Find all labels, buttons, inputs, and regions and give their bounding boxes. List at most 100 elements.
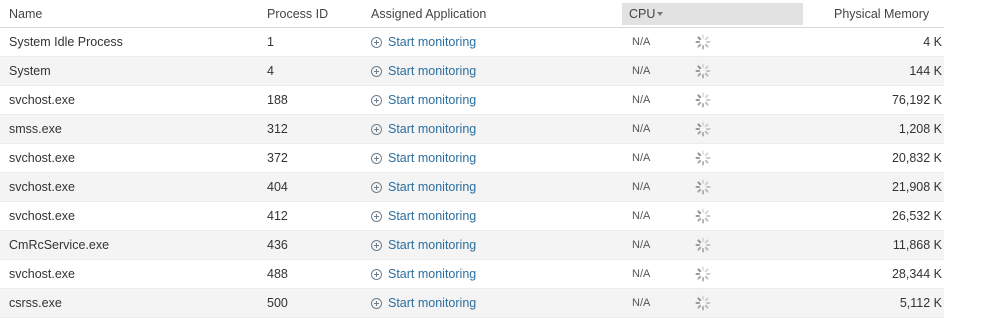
spinner-icon bbox=[694, 144, 712, 172]
start-monitoring-label: Start monitoring bbox=[388, 296, 477, 310]
process-name: System bbox=[9, 64, 51, 78]
cpu-value: N/A bbox=[632, 36, 651, 48]
start-monitoring-link[interactable]: Start monitoring bbox=[371, 296, 476, 310]
column-header-physical-memory[interactable]: Physical Memory bbox=[834, 0, 929, 27]
spinner-icon bbox=[694, 28, 712, 56]
table-row[interactable]: svchost.exe 488 Start monitoring N/A 28,344 … bbox=[0, 260, 944, 289]
start-monitoring-label: Start monitoring bbox=[388, 35, 477, 49]
process-id: 404 bbox=[267, 180, 288, 194]
start-monitoring-link[interactable]: Start monitoring bbox=[371, 209, 476, 223]
add-circle-icon bbox=[371, 268, 382, 280]
table-row[interactable]: System Idle Process 1 Start monitoring N/A 4… bbox=[0, 28, 944, 57]
assigned-application: Start monitoring bbox=[371, 231, 476, 259]
cpu-value: N/A bbox=[632, 181, 651, 193]
physical-memory-value: 11,868 K bbox=[892, 238, 942, 252]
table-row[interactable]: CmRcService.exe 436 Start monitoring N/A 11,… bbox=[0, 231, 944, 260]
physical-memory-value: 144 K bbox=[909, 64, 942, 78]
start-monitoring-label: Start monitoring bbox=[388, 122, 477, 136]
table-row[interactable]: smss.exe 312 Start monitoring N/A 1,208 K bbox=[0, 115, 944, 144]
process-id: 4 bbox=[267, 64, 274, 78]
column-header-assigned-application[interactable]: Assigned Application bbox=[371, 0, 486, 27]
cpu-value: N/A bbox=[632, 152, 651, 164]
start-monitoring-link[interactable]: Start monitoring bbox=[371, 122, 476, 136]
spinner-icon bbox=[694, 173, 712, 201]
process-id: 412 bbox=[267, 209, 288, 223]
column-header-name[interactable]: Name bbox=[9, 0, 42, 27]
table-row[interactable]: System 4 Start monitoring N/A 144 K bbox=[0, 57, 944, 86]
start-monitoring-label: Start monitoring bbox=[388, 238, 477, 252]
add-circle-icon bbox=[371, 65, 382, 77]
process-id: 436 bbox=[267, 238, 288, 252]
assigned-application: Start monitoring bbox=[371, 57, 476, 85]
sort-down-arrow-icon bbox=[657, 12, 663, 16]
add-circle-icon bbox=[371, 36, 382, 48]
physical-memory-value: 26,532 K bbox=[891, 209, 942, 223]
process-name: csrss.exe bbox=[9, 296, 62, 310]
start-monitoring-link[interactable]: Start monitoring bbox=[371, 267, 476, 281]
physical-memory-value: 1,208 K bbox=[898, 122, 942, 136]
table-row[interactable]: svchost.exe 404 Start monitoring N/A 21,908 … bbox=[0, 173, 944, 202]
add-circle-icon bbox=[371, 123, 382, 135]
start-monitoring-link[interactable]: Start monitoring bbox=[371, 35, 476, 49]
process-id: 312 bbox=[267, 122, 288, 136]
table-row[interactable]: csrss.exe 500 Start monitoring N/A 5,112 K bbox=[0, 289, 944, 318]
column-header-cpu-label: CPU bbox=[629, 7, 656, 21]
process-id: 500 bbox=[267, 296, 288, 310]
cpu-value: N/A bbox=[632, 297, 651, 309]
cpu-value: N/A bbox=[632, 94, 651, 106]
start-monitoring-link[interactable]: Start monitoring bbox=[371, 180, 476, 194]
start-monitoring-label: Start monitoring bbox=[388, 64, 477, 78]
start-monitoring-link[interactable]: Start monitoring bbox=[371, 238, 476, 252]
cpu-value: N/A bbox=[632, 268, 651, 280]
start-monitoring-label: Start monitoring bbox=[388, 267, 477, 281]
process-id: 488 bbox=[267, 267, 288, 281]
assigned-application: Start monitoring bbox=[371, 115, 476, 143]
process-name: CmRcService.exe bbox=[9, 238, 110, 252]
process-name: System Idle Process bbox=[9, 35, 123, 49]
spinner-icon bbox=[694, 86, 712, 114]
assigned-application: Start monitoring bbox=[371, 28, 476, 56]
start-monitoring-link[interactable]: Start monitoring bbox=[371, 64, 476, 78]
physical-memory-value: 4 K bbox=[923, 35, 942, 49]
start-monitoring-label: Start monitoring bbox=[388, 93, 477, 107]
process-name: svchost.exe bbox=[9, 267, 76, 281]
add-circle-icon bbox=[371, 181, 382, 193]
physical-memory-value: 28,344 K bbox=[891, 267, 942, 281]
table-row[interactable]: svchost.exe 188 Start monitoring N/A 76,192 … bbox=[0, 86, 944, 115]
spinner-icon bbox=[694, 289, 712, 317]
spinner-icon bbox=[694, 202, 712, 230]
assigned-application: Start monitoring bbox=[371, 289, 476, 317]
physical-memory-value: 76,192 K bbox=[891, 93, 942, 107]
process-name: svchost.exe bbox=[9, 209, 76, 223]
table-row[interactable]: svchost.exe 372 Start monitoring N/A 20,832 … bbox=[0, 144, 944, 173]
start-monitoring-label: Start monitoring bbox=[388, 151, 477, 165]
physical-memory-value: 20,832 K bbox=[891, 151, 942, 165]
cpu-value: N/A bbox=[632, 65, 651, 77]
process-id: 188 bbox=[267, 93, 288, 107]
start-monitoring-label: Start monitoring bbox=[388, 209, 477, 223]
start-monitoring-link[interactable]: Start monitoring bbox=[371, 151, 476, 165]
assigned-application: Start monitoring bbox=[371, 173, 476, 201]
assigned-application: Start monitoring bbox=[371, 202, 476, 230]
spinner-icon bbox=[694, 231, 712, 259]
add-circle-icon bbox=[371, 239, 382, 251]
process-name: smss.exe bbox=[9, 122, 62, 136]
physical-memory-value: 5,112 K bbox=[899, 296, 942, 310]
assigned-application: Start monitoring bbox=[371, 260, 476, 288]
cpu-value: N/A bbox=[632, 239, 651, 251]
start-monitoring-label: Start monitoring bbox=[388, 180, 477, 194]
column-header-cpu[interactable]: CPU bbox=[622, 3, 803, 25]
add-circle-icon bbox=[371, 152, 382, 164]
assigned-application: Start monitoring bbox=[371, 86, 476, 114]
spinner-icon bbox=[694, 115, 712, 143]
spinner-icon bbox=[694, 57, 712, 85]
process-name: svchost.exe bbox=[9, 93, 76, 107]
add-circle-icon bbox=[371, 94, 382, 106]
add-circle-icon bbox=[371, 210, 382, 222]
assigned-application: Start monitoring bbox=[371, 144, 476, 172]
table-row[interactable]: svchost.exe 412 Start monitoring N/A 26,532 … bbox=[0, 202, 944, 231]
column-header-process-id[interactable]: Process ID bbox=[267, 0, 328, 27]
start-monitoring-link[interactable]: Start monitoring bbox=[371, 93, 476, 107]
spinner-icon bbox=[694, 260, 712, 288]
process-id: 1 bbox=[267, 35, 274, 49]
